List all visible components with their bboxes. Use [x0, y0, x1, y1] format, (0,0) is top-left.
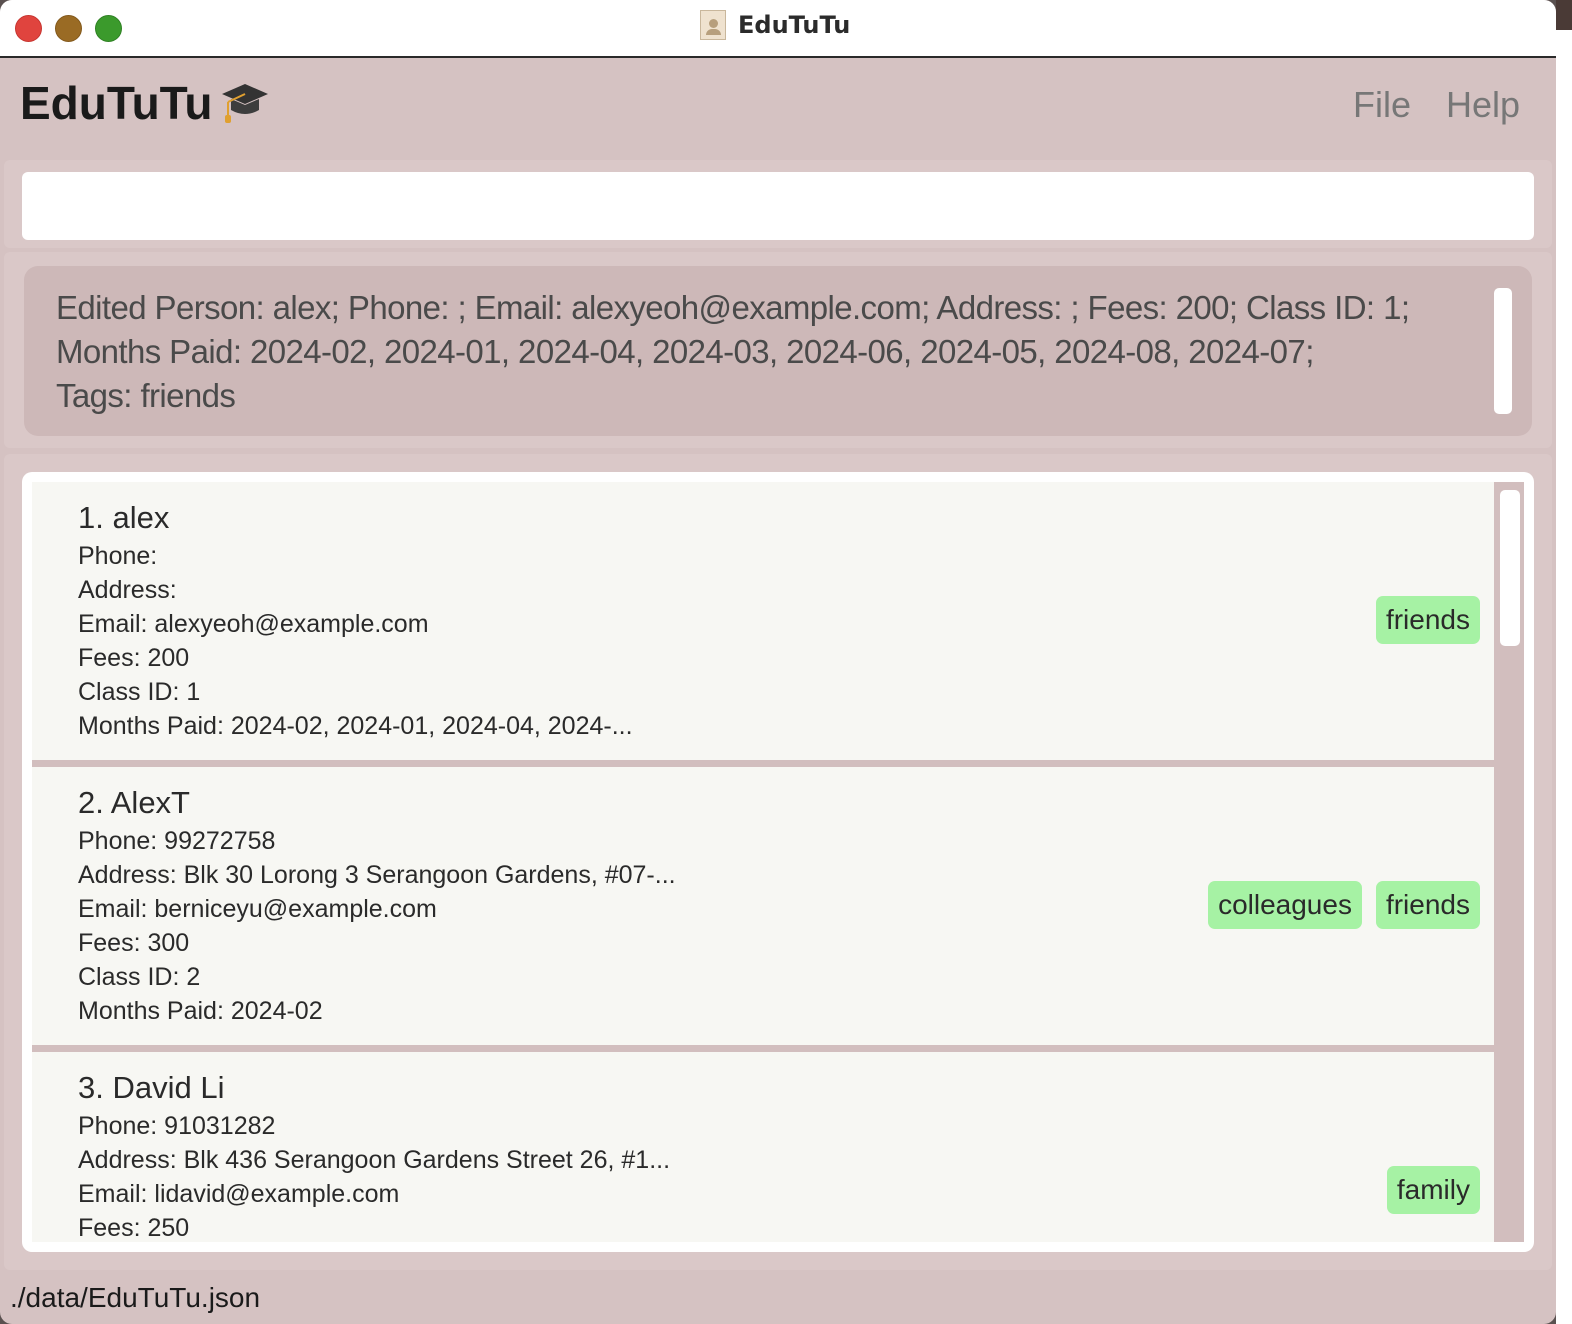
person-email: Email: lidavid@example.com	[78, 1180, 400, 1208]
tag: friends	[1375, 596, 1480, 644]
window-title-group: EduTuTu	[700, 10, 850, 40]
menu-help[interactable]: Help	[1446, 84, 1520, 126]
person-fees: Fees: 200	[78, 644, 190, 672]
result-panel: Edited Person: alex; Phone: ; Email: ale…	[4, 252, 1552, 448]
person-card[interactable]: 1. alex Phone: Address: Email: alexyeoh@…	[32, 482, 1494, 760]
person-list-viewport: 1. alex Phone: Address: Email: alexyeoh@…	[32, 482, 1524, 1242]
person-card[interactable]: 2. AlexT Phone: 99272758 Address: Blk 30…	[32, 767, 1494, 1045]
tag: colleagues	[1208, 881, 1362, 929]
document-icon	[700, 10, 726, 40]
person-list-panel: 1. alex Phone: Address: Email: alexyeoh@…	[4, 454, 1552, 1270]
person-email: Email: berniceyu@example.com	[78, 895, 437, 923]
person-fees: Fees: 300	[78, 929, 190, 957]
person-phone: Phone: 99272758	[78, 827, 276, 855]
person-months-paid: Months Paid: 2024-02	[78, 997, 323, 1025]
tag-list: friends	[1375, 596, 1480, 644]
person-fees: Fees: 250	[78, 1214, 190, 1242]
person-list: 1. alex Phone: Address: Email: alexyeoh@…	[22, 472, 1534, 1252]
person-months-paid: Months Paid: 2024-02, 2024-01, 2024-04, …	[78, 712, 633, 740]
result-line: Edited Person: alex; Phone: ; Email: ale…	[56, 289, 1410, 326]
tag: friends	[1375, 881, 1480, 929]
menu-file[interactable]: File	[1353, 84, 1411, 126]
tag: family	[1386, 1166, 1480, 1214]
command-input[interactable]	[22, 172, 1534, 240]
window-title: EduTuTu	[738, 11, 851, 39]
menu-bar: EduTuTu File Help	[0, 58, 1556, 158]
person-address: Address: Blk 30 Lorong 3 Serangoon Garde…	[78, 861, 676, 889]
person-email: Email: alexyeoh@example.com	[78, 610, 429, 638]
person-class-id: Class ID: 1	[78, 678, 201, 706]
person-phone: Phone:	[78, 542, 158, 570]
brand: EduTuTu	[20, 76, 270, 130]
background-window-edge	[1556, 0, 1572, 1324]
person-card[interactable]: 3. David Li Phone: 91031282 Address: Blk…	[32, 1052, 1494, 1242]
graduation-cap-icon	[222, 84, 269, 123]
tag-list: colleagues friends	[1208, 881, 1480, 929]
zoom-window-button[interactable]	[95, 15, 122, 42]
command-panel	[4, 160, 1552, 248]
result-line: Tags: friends	[56, 377, 236, 414]
person-phone: Phone: 91031282	[78, 1112, 276, 1140]
person-address: Address:	[78, 576, 177, 604]
minimize-window-button[interactable]	[55, 15, 82, 42]
app-window: EduTuTu EduTuTu File Help Edited Person:…	[0, 0, 1556, 1324]
result-line: Months Paid: 2024-02, 2024-01, 2024-04, …	[56, 333, 1314, 370]
person-name: 1. alex	[78, 500, 170, 535]
close-window-button[interactable]	[15, 15, 42, 42]
brand-name: EduTuTu	[20, 77, 213, 129]
title-bar: EduTuTu	[0, 0, 1556, 58]
person-class-id: Class ID: 2	[78, 963, 201, 991]
person-name: 3. David Li	[78, 1070, 225, 1105]
tag-list: family	[1386, 1166, 1480, 1214]
person-name: 2. AlexT	[78, 785, 190, 820]
result-text: Edited Person: alex; Phone: ; Email: ale…	[56, 286, 1476, 418]
person-address: Address: Blk 436 Serangoon Gardens Stree…	[78, 1146, 671, 1174]
result-display[interactable]: Edited Person: alex; Phone: ; Email: ale…	[24, 266, 1532, 436]
result-scrollbar[interactable]	[1494, 288, 1512, 414]
status-bar-file-path: ./data/EduTuTu.json	[10, 1282, 261, 1313]
person-list-scrollbar[interactable]	[1500, 490, 1520, 646]
